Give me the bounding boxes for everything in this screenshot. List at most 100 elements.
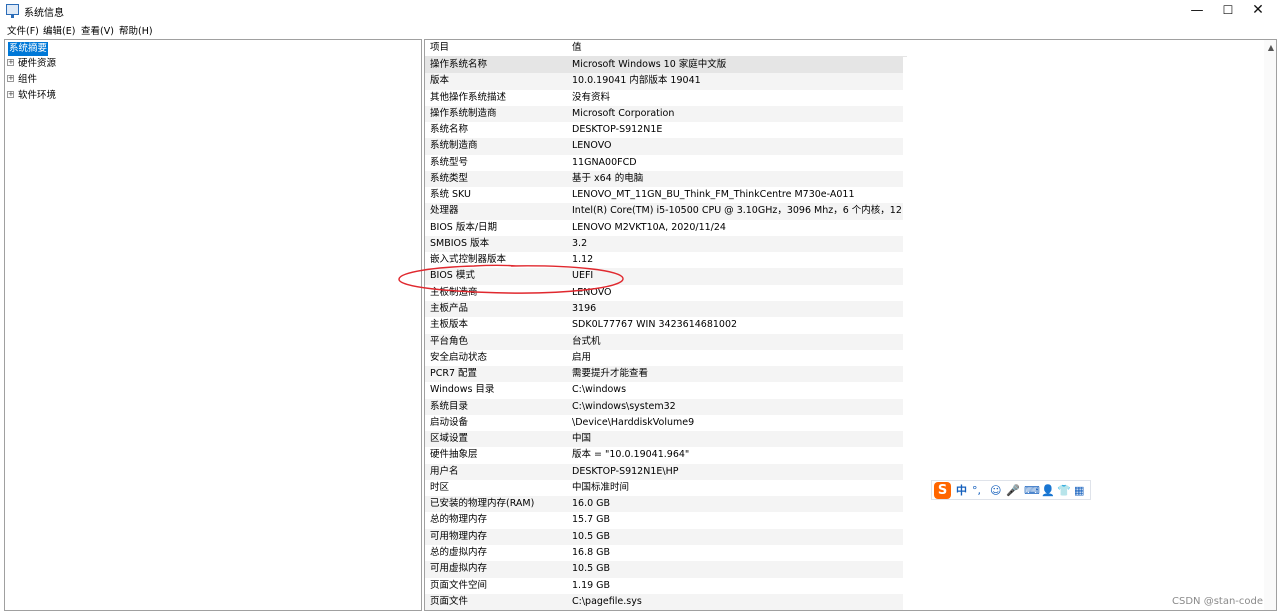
cell-value: 1.19 GB bbox=[572, 579, 611, 591]
chinese-mode-icon[interactable]: 中 bbox=[956, 484, 967, 497]
cell-value: 15.7 GB bbox=[572, 514, 611, 526]
cell-item: 主板制造商 bbox=[430, 286, 478, 298]
cell-item: 平台角色 bbox=[430, 335, 469, 347]
menu-help[interactable]: 帮助(H) bbox=[119, 23, 153, 37]
cell-item: 硬件抽象层 bbox=[430, 449, 478, 461]
table-row[interactable]: 处理器 Intel(R) Core(TM) i5-10500 CPU @ 3.10… bbox=[425, 203, 903, 220]
table-row[interactable]: 系统型号 11GNA00FCD bbox=[425, 155, 903, 171]
table-row[interactable]: 总的虚拟内存 16.8 GB bbox=[425, 545, 903, 561]
tree-item-label: 硬件资源 bbox=[18, 58, 57, 69]
cell-item: 操作系统名称 bbox=[430, 59, 488, 70]
table-row[interactable]: PCR7 配置 需要提升才能查看 bbox=[425, 366, 903, 383]
table-row[interactable]: 可用物理内存 10.5 GB bbox=[425, 528, 903, 545]
menu-view[interactable]: 查看(V) bbox=[81, 23, 114, 37]
table-row[interactable]: 主板制造商 LENOVO bbox=[425, 285, 903, 301]
cell-value: 基于 x64 的电脑 bbox=[572, 172, 644, 184]
table-row[interactable]: 操作系统制造商 Microsoft Corporation bbox=[425, 105, 903, 123]
cell-item: 其他操作系统描述 bbox=[430, 91, 507, 103]
table-row[interactable]: 主板版本 SDK0L77767 WIN 3423614681002 bbox=[425, 317, 903, 333]
table-row[interactable]: 系统 SKU LENOVO_MT_11GN_BU_Think_FM_ThinkCe… bbox=[425, 187, 903, 203]
table-row[interactable]: 区域设置 中国 bbox=[425, 431, 903, 448]
menu-edit[interactable]: 编辑(E) bbox=[43, 23, 75, 37]
table-row[interactable]: 主板产品 3196 bbox=[425, 300, 903, 318]
keyboard-icon[interactable]: ⌨ bbox=[1024, 484, 1040, 497]
microphone-icon[interactable]: 🎤 bbox=[1006, 484, 1020, 497]
cell-item: 用户名 bbox=[430, 465, 459, 477]
tree-item-software-environment[interactable]: + 软件环境 bbox=[7, 89, 56, 103]
emoji-icon[interactable]: ☺ bbox=[990, 484, 1001, 497]
column-header-value[interactable]: 值 bbox=[567, 40, 907, 57]
table-row[interactable]: 页面文件空间 1.19 GB bbox=[425, 578, 903, 594]
tree-item-system-summary[interactable]: 系统摘要 bbox=[8, 42, 49, 56]
cell-item: 可用虚拟内存 bbox=[430, 563, 488, 575]
table-row[interactable]: 可用虚拟内存 10.5 GB bbox=[425, 561, 903, 578]
skin-icon[interactable]: 👕 bbox=[1057, 484, 1071, 497]
table-row[interactable]: 系统目录 C:\windows\system32 bbox=[425, 398, 903, 415]
cell-value: 1.12 bbox=[572, 254, 594, 266]
close-button[interactable]: ✕ bbox=[1241, 0, 1275, 22]
punctuation-icon[interactable]: °, bbox=[972, 484, 981, 497]
table-row[interactable]: 嵌入式控制器版本 1.12 bbox=[425, 252, 903, 268]
toolbox-icon[interactable]: ▦ bbox=[1074, 484, 1084, 497]
cell-item: 主板产品 bbox=[430, 302, 469, 314]
maximize-button[interactable]: ☐ bbox=[1211, 0, 1245, 22]
cell-value: 16.8 GB bbox=[572, 546, 611, 558]
tree-item-label: 组件 bbox=[18, 74, 38, 85]
table-row[interactable]: 平台角色 台式机 bbox=[425, 333, 903, 350]
cell-item: 安全启动状态 bbox=[430, 351, 488, 363]
cell-value: 11GNA00FCD bbox=[572, 156, 637, 168]
cell-item: 系统名称 bbox=[430, 124, 469, 136]
cell-item: 总的虚拟内存 bbox=[430, 546, 488, 558]
title-bar: 系统信息 — ☐ ✕ bbox=[0, 0, 1280, 22]
expand-icon[interactable]: + bbox=[7, 59, 14, 66]
table-row[interactable]: 总的物理内存 15.7 GB bbox=[425, 512, 903, 528]
scroll-up-arrow-icon[interactable]: ▲ bbox=[1268, 43, 1274, 52]
table-row[interactable]: BIOS 模式 UEFI bbox=[425, 268, 903, 285]
table-row[interactable]: 操作系统名称 Microsoft Windows 10 家庭中文版 bbox=[425, 57, 903, 74]
tree-item-components[interactable]: + 组件 bbox=[7, 73, 37, 87]
table-row[interactable]: 页面文件 C:\pagefile.sys bbox=[425, 593, 903, 610]
cell-value: 3.2 bbox=[572, 237, 588, 249]
cell-value: C:\windows\system32 bbox=[572, 400, 676, 412]
cell-value: UEFI bbox=[572, 270, 594, 282]
details-table[interactable]: 项目 值 操作系统名称 Microsoft Windows 10 家庭中文版版本 1… bbox=[424, 39, 1277, 611]
menu-bar: 文件(F) 编辑(E) 查看(V) 帮助(H) bbox=[0, 21, 1280, 37]
cell-item: BIOS 版本/日期 bbox=[430, 221, 498, 233]
table-row[interactable]: 硬件抽象层 版本 = "10.0.19041.964" bbox=[425, 447, 903, 463]
table-row[interactable]: 系统类型 基于 x64 的电脑 bbox=[425, 170, 903, 188]
cell-item: PCR7 配置 bbox=[430, 368, 478, 380]
ime-toolbar[interactable]: S 中 °, ☺ 🎤 ⌨ 👤 👕 ▦ bbox=[931, 480, 1091, 500]
cell-value: SDK0L77767 WIN 3423614681002 bbox=[572, 319, 738, 331]
category-tree[interactable]: 系统摘要 + 硬件资源 + 组件 + 软件环境 bbox=[4, 39, 422, 611]
table-row[interactable]: 已安装的物理内存(RAM) 16.0 GB bbox=[425, 496, 903, 513]
table-body: 操作系统名称 Microsoft Windows 10 家庭中文版版本 10.0.1… bbox=[425, 57, 903, 610]
table-row[interactable]: 用户名 DESKTOP-S912N1E\HP bbox=[425, 463, 903, 480]
table-row[interactable]: Windows 目录 C:\windows bbox=[425, 382, 903, 398]
user-icon[interactable]: 👤 bbox=[1041, 484, 1055, 497]
cell-item: 系统 SKU bbox=[430, 189, 471, 201]
minimize-button[interactable]: — bbox=[1180, 0, 1214, 22]
table-row[interactable]: BIOS 版本/日期 LENOVO M2VKT10A, 2020/11/24 bbox=[425, 220, 903, 236]
table-row[interactable]: 系统名称 DESKTOP-S912N1E bbox=[425, 122, 903, 138]
column-header-item[interactable]: 项目 bbox=[425, 40, 572, 57]
expand-icon[interactable]: + bbox=[7, 91, 14, 98]
table-row[interactable]: 时区 中国标准时间 bbox=[425, 480, 903, 496]
table-row[interactable]: 启动设备 \Device\HarddiskVolume9 bbox=[425, 415, 903, 431]
table-row[interactable]: SMBIOS 版本 3.2 bbox=[425, 235, 903, 253]
cell-value: LENOVO M2VKT10A, 2020/11/24 bbox=[572, 221, 726, 233]
cell-value: 中国 bbox=[572, 433, 592, 445]
sogou-logo-icon[interactable]: S bbox=[934, 482, 951, 499]
table-row[interactable]: 安全启动状态 启用 bbox=[425, 350, 903, 366]
table-row[interactable]: 系统制造商 LENOVO bbox=[425, 138, 903, 155]
cell-value: LENOVO bbox=[572, 140, 612, 152]
expand-icon[interactable]: + bbox=[7, 75, 14, 82]
cell-value: 10.5 GB bbox=[572, 563, 611, 575]
cell-value: Microsoft Windows 10 家庭中文版 bbox=[572, 59, 727, 70]
tree-item-label: 软件环境 bbox=[18, 90, 57, 101]
tree-item-hardware-resources[interactable]: + 硬件资源 bbox=[7, 57, 56, 71]
table-row[interactable]: 其他操作系统描述 没有资料 bbox=[425, 90, 903, 106]
vertical-scrollbar[interactable]: ▲ bbox=[1264, 40, 1276, 610]
table-row[interactable]: 版本 10.0.19041 内部版本 19041 bbox=[425, 73, 903, 90]
menu-file[interactable]: 文件(F) bbox=[7, 23, 39, 37]
cell-value: Intel(R) Core(TM) i5-10500 CPU @ 3.10GHz… bbox=[572, 205, 902, 217]
